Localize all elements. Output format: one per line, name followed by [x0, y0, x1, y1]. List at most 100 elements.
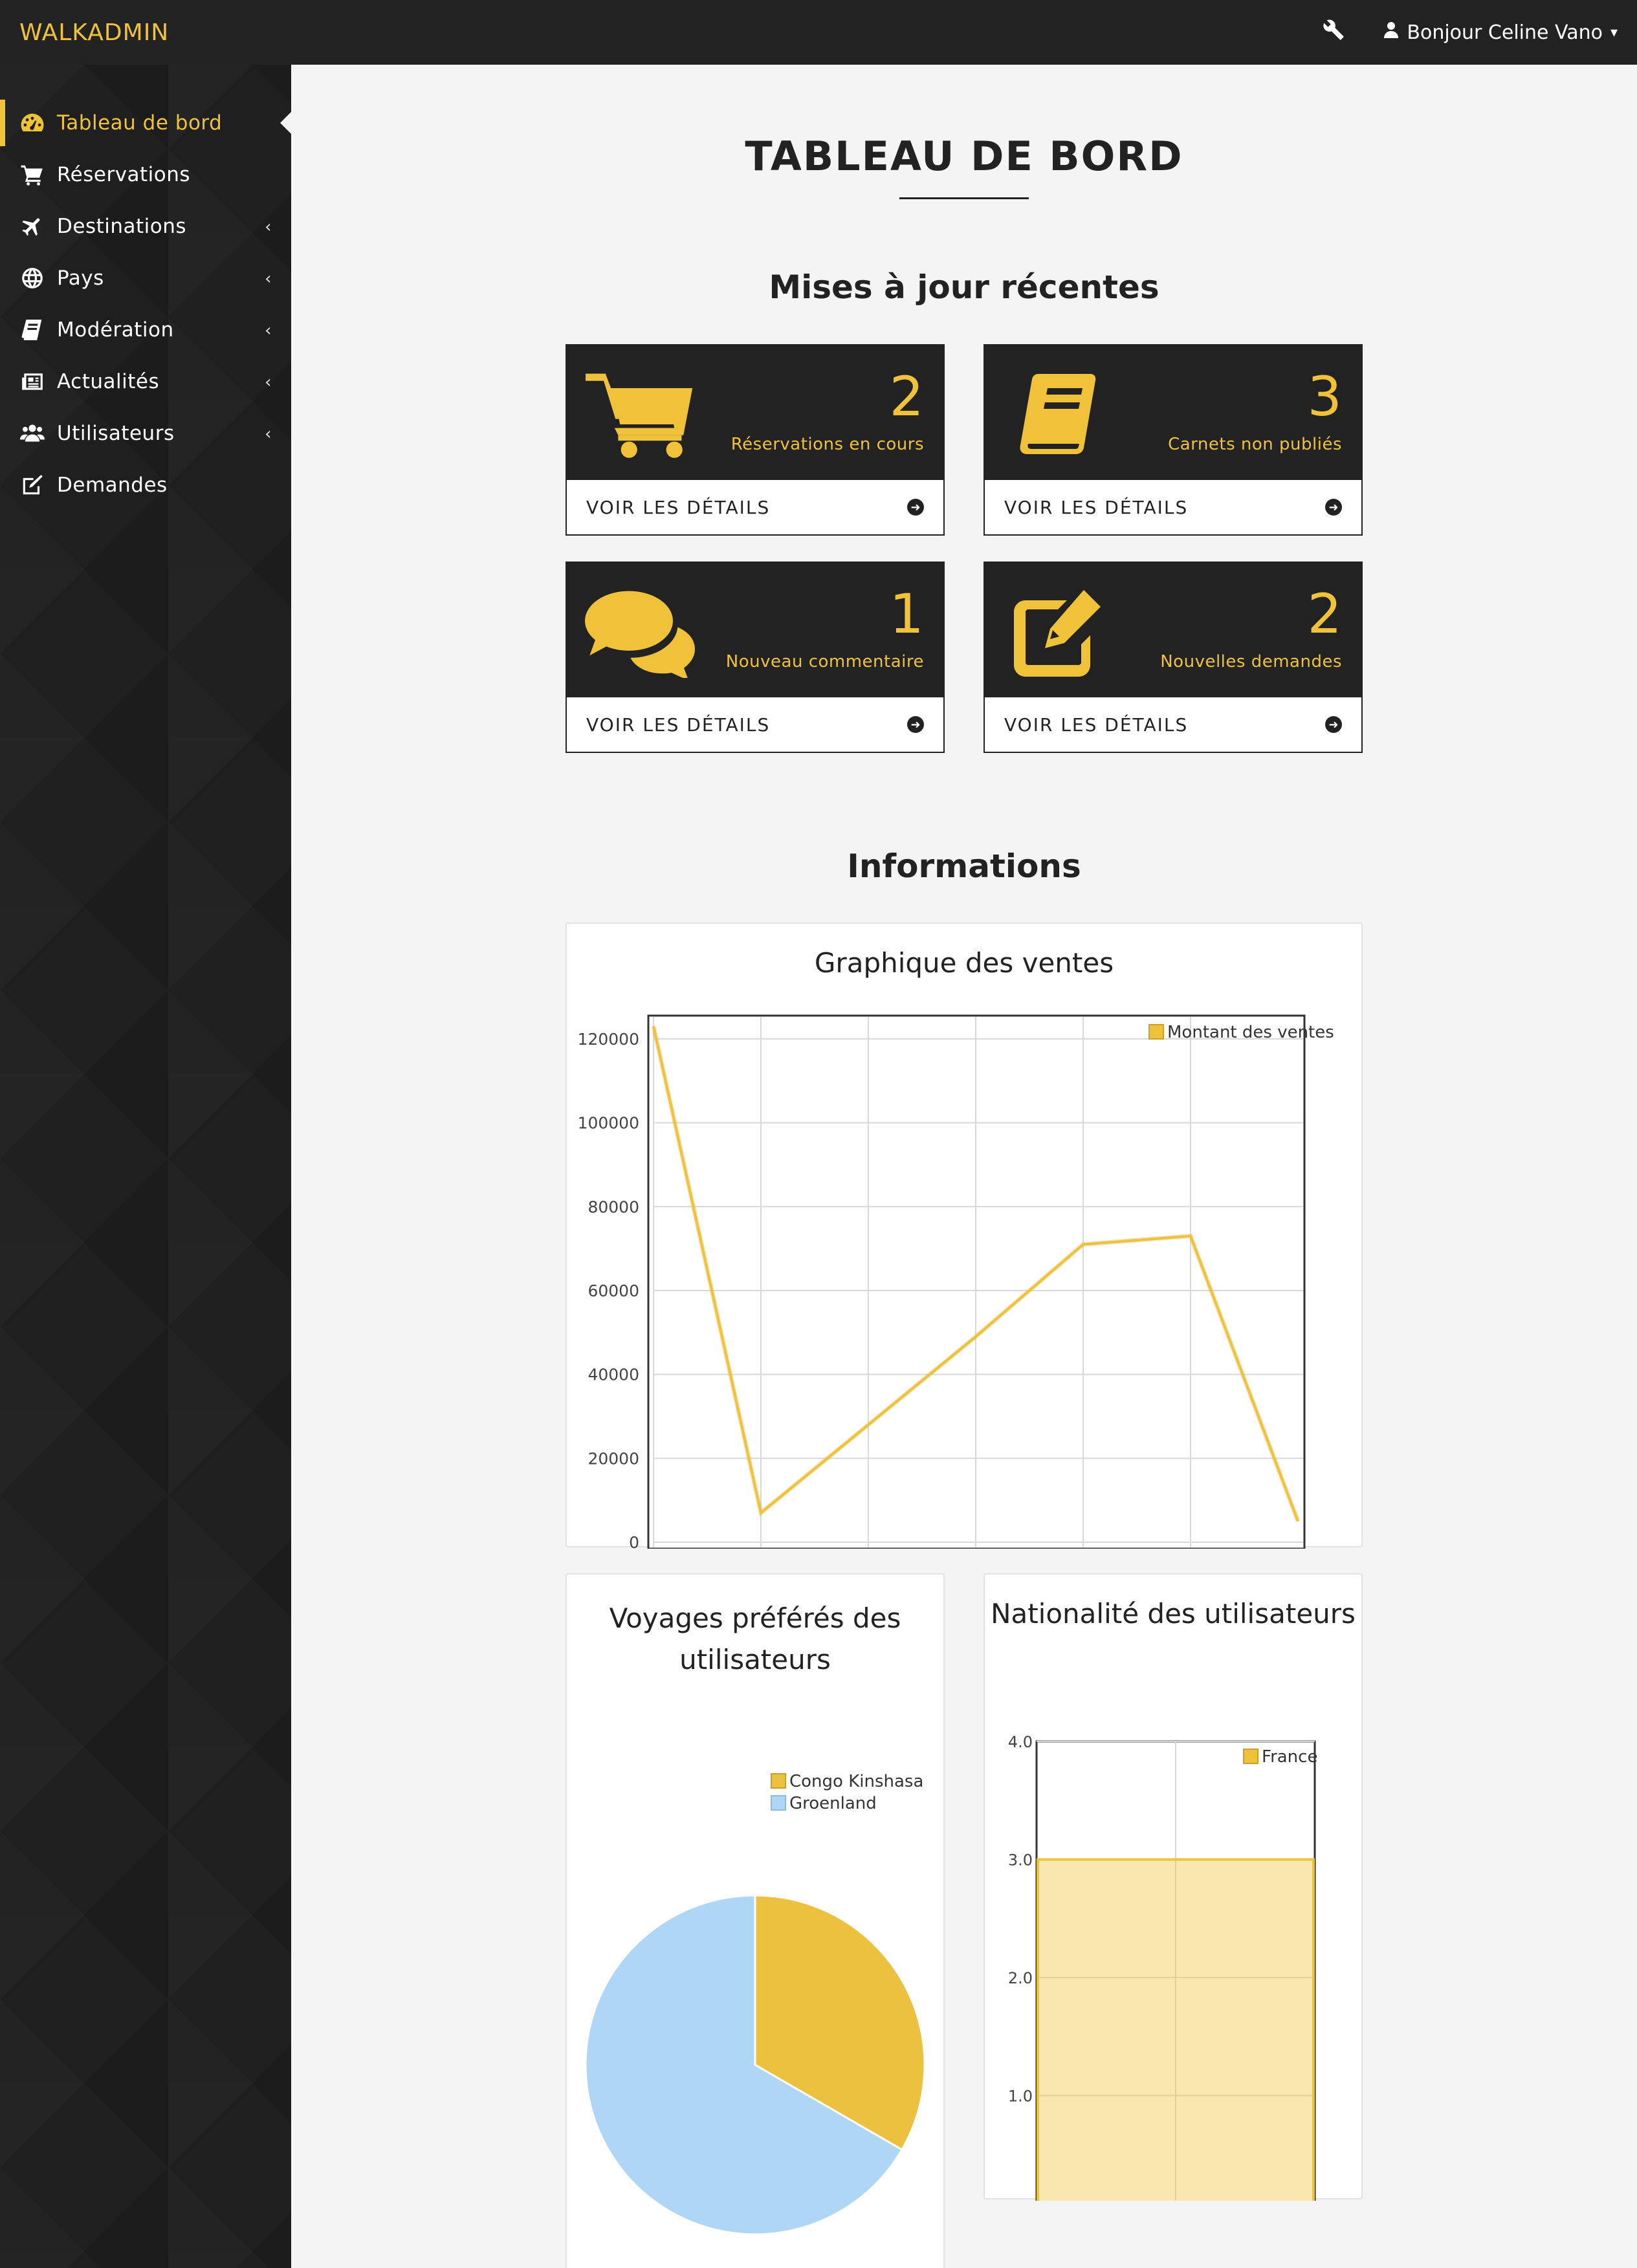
stat-card-reservations: 2 Réservations en cours VOIR LES DÉTAILS…	[566, 344, 945, 536]
sales-line-chart: 12000010000080000600004000020000014 Août…	[578, 1014, 1334, 1549]
sidebar-item-tableau-de-bord[interactable]: Tableau de bord	[0, 97, 292, 149]
sidebar-item-demandes[interactable]: Demandes	[0, 459, 291, 511]
card-header: 2 Réservations en cours	[567, 345, 943, 480]
card-header: 1 Nouveau commentaire	[567, 563, 943, 697]
y-tick-label: 0	[629, 1533, 639, 1549]
chevron-left-icon: ‹	[265, 217, 272, 237]
user-menu[interactable]: Bonjour Celine Vano ▾	[1383, 21, 1618, 44]
y-tick-label: 100000	[578, 1114, 639, 1133]
user-icon	[1383, 21, 1399, 44]
book-icon	[1003, 370, 1113, 461]
y-tick-label: 60000	[588, 1281, 639, 1300]
user-greeting: Bonjour Celine Vano	[1407, 21, 1603, 44]
sidebar-item-utilisateurs[interactable]: Utilisateurs ‹	[0, 408, 291, 459]
arrow-circle-right-icon: ➜	[907, 499, 924, 516]
chevron-left-icon: ‹	[265, 424, 272, 444]
wrench-icon[interactable]	[1323, 19, 1345, 46]
top-right-menu: Bonjour Celine Vano ▾	[1323, 19, 1618, 46]
sidebar: Tableau de bord Réservations Destination…	[0, 65, 292, 2268]
main-content: TABLEAU DE BORD Mises à jour récentes 2 …	[291, 65, 1637, 2268]
page-title: TABLEAU DE BORD	[745, 133, 1183, 180]
top-navbar: WALKADMIN Bonjour Celine Vano ▾	[0, 0, 1637, 65]
sidebar-item-label: Pays	[57, 267, 104, 290]
sidebar-item-actualites[interactable]: Actualités ‹	[0, 356, 291, 408]
y-tick-label: 1.0	[1008, 2088, 1033, 2106]
stat-card-carnets: 3 Carnets non publiés VOIR LES DÉTAILS ➜	[983, 344, 1363, 536]
card-label: Réservations en cours	[731, 435, 924, 454]
legend-label: Montant des ventes	[1167, 1023, 1334, 1042]
y-tick-label: 20000	[588, 1449, 639, 1468]
arrow-circle-right-icon: ➜	[1325, 716, 1342, 733]
legend-label: Congo Kinshasa	[789, 1772, 923, 1791]
brand-logo[interactable]: WALKADMIN	[19, 19, 169, 46]
dashboard-icon	[18, 109, 47, 137]
sidebar-item-label: Modération	[57, 318, 174, 342]
chevron-left-icon: ‹	[265, 321, 272, 340]
card-count: 2	[889, 365, 924, 428]
sidebar-item-destinations[interactable]: Destinations ‹	[0, 201, 291, 252]
arrow-circle-right-icon: ➜	[1325, 499, 1342, 516]
globe-icon	[18, 264, 47, 292]
details-link[interactable]: VOIR LES DÉTAILS ➜	[567, 697, 943, 752]
sales-chart-panel: Graphique des ventes 120000 100000 80000 60…	[566, 922, 1363, 1549]
trips-pie-chart: Congo Kinshasa Groenland	[584, 1772, 926, 2236]
legend-swatch	[771, 1795, 786, 1811]
chart-title-line: Voyages préférés des	[609, 1602, 901, 1634]
chevron-left-icon: ‹	[265, 269, 272, 289]
sidebar-item-label: Actualités	[57, 370, 160, 393]
y-tick-label: 120000	[578, 1030, 639, 1049]
caret-down-icon: ▾	[1610, 24, 1618, 41]
section-title-updates: Mises à jour récentes	[769, 268, 1159, 306]
details-link-label: VOIR LES DÉTAILS	[586, 496, 771, 518]
y-tick-label: 80000	[588, 1197, 639, 1216]
card-header: 3 Carnets non publiés	[985, 345, 1361, 480]
details-link-label: VOIR LES DÉTAILS	[1004, 496, 1189, 518]
legend-swatch	[1148, 1024, 1164, 1040]
trips-chart-panel: Voyages préférés des utilisateurs Congo …	[566, 1573, 945, 2268]
data-point	[760, 1512, 762, 1514]
legend-label: Groenland	[789, 1794, 877, 1813]
sidebar-item-label: Destinations	[57, 215, 187, 238]
users-icon	[18, 419, 47, 448]
data-point	[1082, 1244, 1084, 1245]
title-divider	[899, 197, 1029, 199]
nationality-bar-chart: 4.03.02.01.00.0FranceFrance	[1008, 1733, 1317, 2201]
legend-swatch	[1243, 1749, 1258, 1764]
sidebar-item-moderation[interactable]: Modération ‹	[0, 304, 291, 356]
nationality-chart-panel: Nationalité des utilisateurs 4.0 3.0 2.0 1.…	[983, 1573, 1363, 2201]
details-link-label: VOIR LES DÉTAILS	[586, 714, 771, 736]
section-title-info: Informations	[847, 847, 1081, 885]
y-tick-label: 4.0	[1008, 1733, 1033, 1751]
edit-icon	[1003, 587, 1113, 678]
details-link[interactable]: VOIR LES DÉTAILS ➜	[985, 480, 1361, 534]
sidebar-item-pays[interactable]: Pays ‹	[0, 252, 291, 304]
comments-icon	[585, 587, 695, 681]
y-tick-label: 2.0	[1008, 1969, 1033, 1987]
y-tick-label: 3.0	[1008, 1851, 1033, 1870]
card-count: 2	[1307, 582, 1342, 646]
sidebar-item-label: Demandes	[57, 474, 168, 497]
details-link[interactable]: VOIR LES DÉTAILS ➜	[985, 697, 1361, 752]
sidebar-item-reservations[interactable]: Réservations	[0, 149, 291, 201]
edit-icon	[18, 471, 47, 499]
plane-icon	[18, 212, 47, 241]
legend-swatch	[771, 1773, 786, 1789]
cart-icon	[585, 370, 695, 461]
bar	[1037, 1858, 1315, 2201]
card-header: 2 Nouvelles demandes	[985, 563, 1361, 697]
book-icon	[18, 316, 47, 344]
newspaper-icon	[18, 367, 47, 396]
card-label: Nouvelles demandes	[1160, 652, 1342, 671]
details-link[interactable]: VOIR LES DÉTAILS ➜	[567, 480, 943, 534]
card-count: 3	[1307, 365, 1342, 428]
stat-card-commentaires: 1 Nouveau commentaire VOIR LES DÉTAILS ➜	[566, 562, 945, 753]
card-label: Carnets non publiés	[1168, 435, 1342, 454]
y-tick-label: 40000	[588, 1366, 639, 1384]
sidebar-item-label: Utilisateurs	[57, 422, 175, 445]
stat-card-demandes: 2 Nouvelles demandes VOIR LES DÉTAILS ➜	[983, 562, 1363, 753]
data-point	[868, 1424, 869, 1425]
legend-label: France	[1262, 1747, 1317, 1767]
cart-icon	[18, 160, 47, 189]
sidebar-nav: Tableau de bord Réservations Destination…	[0, 65, 292, 511]
arrow-circle-right-icon: ➜	[907, 716, 924, 733]
